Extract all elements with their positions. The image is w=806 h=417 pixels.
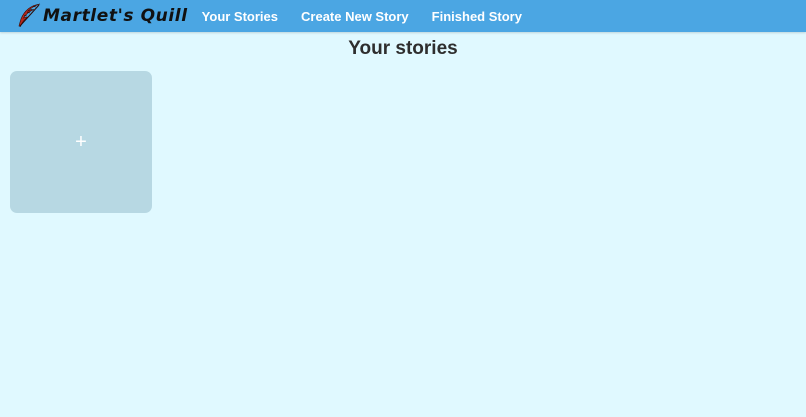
page-title: Your stories bbox=[348, 38, 458, 59]
nav-link-finished-story[interactable]: Finished Story bbox=[432, 9, 522, 24]
top-navbar: Martlet's Quill Your Stories Create New … bbox=[0, 0, 806, 32]
quill-feather-icon bbox=[18, 3, 41, 27]
brand-name: Martlet's Quill bbox=[43, 6, 188, 26]
brand-logo-link[interactable]: Martlet's Quill bbox=[16, 0, 188, 32]
plus-icon: + bbox=[75, 131, 87, 153]
story-grid: + bbox=[10, 71, 152, 213]
nav-link-create-new-story[interactable]: Create New Story bbox=[301, 9, 409, 24]
add-story-card[interactable]: + bbox=[10, 71, 152, 213]
nav-link-your-stories[interactable]: Your Stories bbox=[202, 9, 278, 24]
